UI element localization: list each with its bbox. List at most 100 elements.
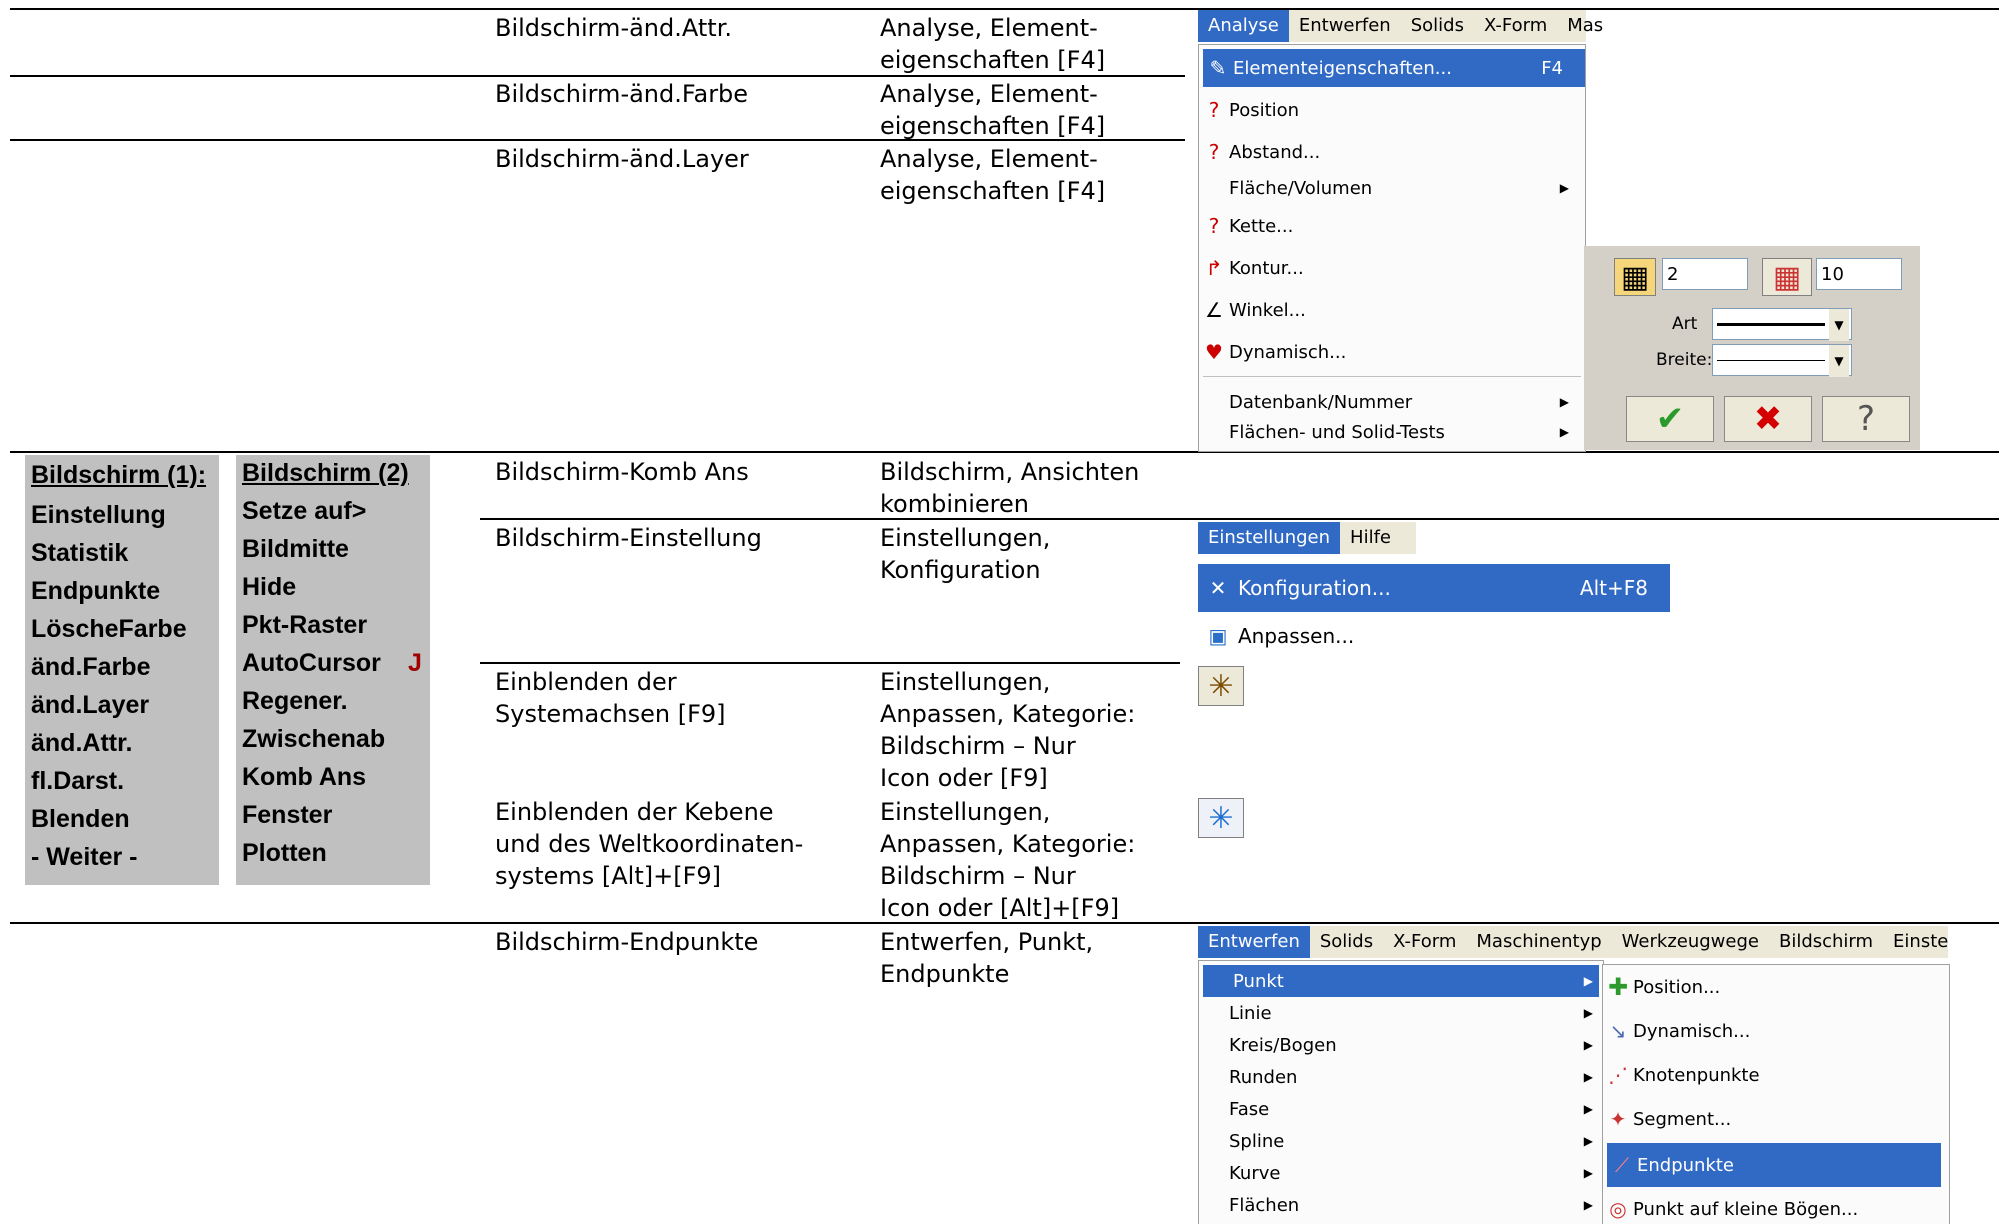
- cancel-button[interactable]: ✖: [1724, 396, 1812, 442]
- bildschirm-menu-2: Bildschirm (2) Setze auf> Bildmitte Hide…: [236, 455, 430, 885]
- breite-label: Breite:: [1656, 350, 1713, 370]
- attribute-dialog: ▦ 2 ▦ 10 Art ▼ Breite: ▼ ✔ ✖ ?: [1584, 246, 1920, 450]
- color-palette-icon[interactable]: ▦: [1762, 258, 1812, 296]
- menu-item-konfiguration[interactable]: ✕ Konfiguration... Alt+F8: [1198, 564, 1670, 612]
- menu-item-flaechen-solid-tests[interactable]: Flächen- und Solid-Tests ▶: [1199, 413, 1585, 451]
- element-properties-icon: ✎: [1209, 56, 1227, 80]
- chevron-down-icon: ▼: [1829, 309, 1849, 341]
- menu-entry[interactable]: Komb Ans: [242, 763, 366, 792]
- submenu-item-endpunkte[interactable]: ⟋ Endpunkte: [1607, 1143, 1941, 1187]
- menu-entry[interactable]: änd.Attr.: [31, 729, 132, 758]
- menu-item-kurve[interactable]: Kurve ▶: [1199, 1157, 1599, 1189]
- menu-entry[interactable]: Zwischenab: [242, 725, 385, 754]
- menu-entry[interactable]: Endpunkte: [31, 577, 160, 606]
- system-axes-icon[interactable]: ✳: [1198, 666, 1244, 706]
- linewidth-select[interactable]: ▼: [1712, 344, 1852, 377]
- analyse-dropdown: ✎ Elementeigenschaften... F4 ? Position …: [1198, 44, 1586, 452]
- menu-entwerfen[interactable]: Entwerfen: [1198, 926, 1310, 958]
- help-button[interactable]: ?: [1822, 396, 1910, 442]
- menu-einstellungen[interactable]: Einstellungen: [1198, 522, 1341, 554]
- autocursor-key: J: [408, 649, 422, 677]
- menu-entry[interactable]: - Weiter -: [31, 843, 138, 872]
- menu-entwerfen[interactable]: Entwerfen: [1289, 10, 1401, 42]
- color-field[interactable]: 10: [1816, 258, 1902, 290]
- submenu-arrow-icon: ▶: [1583, 1198, 1593, 1212]
- menu-werkzeugwege[interactable]: Werkzeugwege: [1612, 926, 1769, 958]
- menu-entry[interactable]: Einstellung: [31, 501, 166, 530]
- menu-item-abstand[interactable]: ? Abstand...: [1199, 133, 1585, 171]
- customize-icon: ▣: [1208, 624, 1228, 648]
- menu-mas[interactable]: Mas: [1557, 10, 1613, 42]
- menu-entry[interactable]: Plotten: [242, 839, 327, 868]
- entwerfen-dropdown: Punkt ▶ Linie ▶ Kreis/Bogen ▶ Runden ▶ F…: [1198, 960, 1604, 1224]
- menu-solids[interactable]: Solids: [1310, 926, 1383, 958]
- angle-icon: ∠: [1205, 298, 1223, 322]
- menu-item-kette[interactable]: ? Kette...: [1199, 207, 1585, 245]
- menu-einste[interactable]: Einste: [1883, 926, 1958, 958]
- menu-entry[interactable]: Blenden: [31, 805, 130, 834]
- command-cell: Bildschirm-Komb Ans: [495, 458, 749, 486]
- menu-solids[interactable]: Solids: [1401, 10, 1474, 42]
- menu-bildschirm[interactable]: Bildschirm: [1769, 926, 1883, 958]
- menu-item-kontur[interactable]: ↱ Kontur...: [1199, 249, 1585, 287]
- menu-item-winkel[interactable]: ∠ Winkel...: [1199, 291, 1585, 329]
- linestyle-select[interactable]: ▼: [1712, 308, 1852, 341]
- submenu-arrow-icon: ▶: [1559, 425, 1569, 439]
- menu-item-linie[interactable]: Linie ▶: [1199, 997, 1599, 1029]
- menu-entry[interactable]: änd.Farbe: [31, 653, 150, 682]
- submenu-item-knotenpunkte[interactable]: ⋰ Knotenpunkte: [1603, 1055, 1949, 1095]
- dynamic-icon: ♥: [1205, 340, 1223, 364]
- menu-entry[interactable]: Regener.: [242, 687, 348, 716]
- menu-item-punkt[interactable]: Punkt ▶: [1203, 965, 1599, 997]
- command-cell: Bildschirm-änd.Attr.: [495, 14, 732, 42]
- menu-entry[interactable]: Fenster: [242, 801, 332, 830]
- menu-item-flaechen[interactable]: Flächen ▶: [1199, 1189, 1599, 1221]
- dynamic-point-icon: ↘: [1609, 1019, 1627, 1043]
- submenu-arrow-icon: ▶: [1559, 181, 1569, 195]
- menu-item-fase[interactable]: Fase ▶: [1199, 1093, 1599, 1125]
- submenu-arrow-icon: ▶: [1559, 395, 1569, 409]
- menu-xform[interactable]: X-Form: [1474, 10, 1557, 42]
- submenu-item-position[interactable]: ✚ Position...: [1603, 967, 1949, 1007]
- row-divider: [10, 8, 1999, 10]
- menu-hilfe[interactable]: Hilfe: [1340, 522, 1401, 554]
- menu-header: Bildschirm (2): [242, 459, 409, 487]
- menu-item-runden[interactable]: Runden ▶: [1199, 1061, 1599, 1093]
- row-divider: [480, 662, 1180, 664]
- cplane-wcs-icon[interactable]: ✳: [1198, 798, 1244, 838]
- ok-button[interactable]: ✔: [1626, 396, 1714, 442]
- menu-entry[interactable]: LöscheFarbe: [31, 615, 187, 644]
- menu-entry[interactable]: Bildmitte: [242, 535, 349, 564]
- menu-item-elementeigenschaften[interactable]: ✎ Elementeigenschaften... F4: [1203, 49, 1585, 87]
- distance-icon: ?: [1208, 140, 1220, 164]
- level-icon[interactable]: ▦: [1614, 258, 1656, 296]
- menu-maschinentyp[interactable]: Maschinentyp: [1466, 926, 1611, 958]
- submenu-item-segment[interactable]: ✦ Segment...: [1603, 1099, 1949, 1139]
- menu-entry[interactable]: Hide: [242, 573, 296, 602]
- menu-item-kreis-bogen[interactable]: Kreis/Bogen ▶: [1199, 1029, 1599, 1061]
- path-cell: Analyse, Element- eigenschaften [F4]: [880, 145, 1106, 205]
- menu-item-anpassen[interactable]: ▣ Anpassen...: [1198, 616, 1670, 656]
- node-points-icon: ⋰: [1608, 1063, 1628, 1087]
- menu-item-flaeche-volumen[interactable]: Fläche/Volumen ▶: [1199, 169, 1585, 207]
- menu-entry[interactable]: fl.Darst.: [31, 767, 124, 796]
- level-field[interactable]: 2: [1662, 258, 1748, 290]
- command-cell: Bildschirm-änd.Layer: [495, 145, 749, 173]
- submenu-arrow-icon: ▶: [1583, 1038, 1593, 1052]
- menu-item-dynamisch[interactable]: ♥ Dynamisch...: [1199, 333, 1585, 371]
- menu-entry[interactable]: änd.Layer: [31, 691, 149, 720]
- einstellungen-dropdown: ✕ Konfiguration... Alt+F8 ▣ Anpassen...: [1198, 558, 1670, 658]
- menu-xform[interactable]: X-Form: [1383, 926, 1466, 958]
- menu-entry[interactable]: Setze auf>: [242, 497, 366, 526]
- menu-item-spline[interactable]: Spline ▶: [1199, 1125, 1599, 1157]
- art-label: Art: [1672, 314, 1698, 334]
- submenu-item-dynamisch[interactable]: ↘ Dynamisch...: [1603, 1011, 1949, 1051]
- chain-icon: ?: [1208, 214, 1220, 238]
- menu-analyse[interactable]: Analyse: [1198, 10, 1289, 42]
- submenu-item-punkt-kleine-boegen[interactable]: ◎ Punkt auf kleine Bögen...: [1603, 1191, 1949, 1227]
- menu-item-position[interactable]: ? Position: [1199, 91, 1585, 129]
- menu-entry[interactable]: Pkt-Raster: [242, 611, 367, 640]
- menu-entry[interactable]: Statistik: [31, 539, 128, 568]
- small-arcs-icon: ◎: [1609, 1197, 1627, 1221]
- menu-entry[interactable]: AutoCursor: [242, 649, 381, 678]
